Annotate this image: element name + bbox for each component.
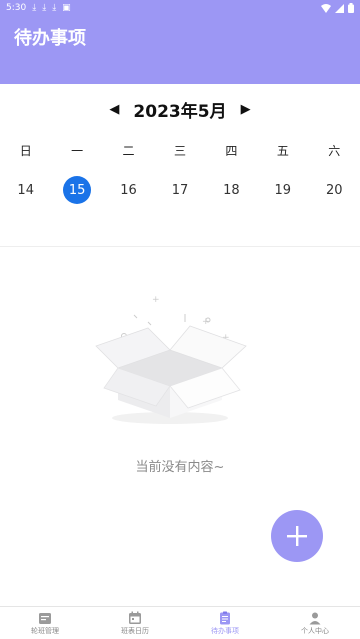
weekday-label: 五 bbox=[276, 144, 289, 158]
tab-label: 班表日历 bbox=[121, 626, 149, 635]
day-number: 14 bbox=[17, 182, 34, 198]
svg-text:+: + bbox=[152, 295, 160, 305]
status-right bbox=[321, 3, 354, 13]
day-cell[interactable]: 14 bbox=[0, 174, 51, 206]
wifi-icon bbox=[321, 3, 331, 13]
shift-icon bbox=[39, 612, 51, 624]
day-number: 16 bbox=[120, 182, 137, 198]
person-icon bbox=[309, 612, 321, 624]
day-cell[interactable]: 20 bbox=[309, 174, 360, 206]
download-icon: ⤓ bbox=[32, 2, 37, 13]
weekday-label: 六 bbox=[328, 144, 341, 158]
status-left: 5:30 ⤓ ⤓ ⤓ ▣ bbox=[6, 3, 71, 13]
status-time: 5:30 bbox=[6, 3, 27, 13]
notification-icon: ▣ bbox=[62, 2, 71, 13]
day-cell[interactable]: 19 bbox=[257, 174, 308, 206]
day-cell-selected[interactable]: 15 bbox=[51, 174, 102, 206]
signal-icon bbox=[335, 3, 344, 13]
calendar-icon bbox=[129, 611, 141, 624]
tab-shift-management[interactable]: 轮班管理 bbox=[0, 607, 90, 639]
weekday-header: 日 一 二 三 四 五 六 bbox=[0, 142, 360, 162]
day-number: 20 bbox=[325, 182, 343, 198]
tab-label: 待办事项 bbox=[211, 626, 239, 635]
weekday-label: 日 bbox=[19, 144, 32, 158]
empty-box-icon: + + + bbox=[95, 295, 247, 424]
day-cell[interactable]: 16 bbox=[103, 174, 154, 206]
day-number: 18 bbox=[223, 182, 240, 198]
day-number: 19 bbox=[274, 182, 292, 198]
weekday-label: 一 bbox=[71, 144, 84, 158]
day-number: 17 bbox=[171, 182, 189, 198]
tab-todo[interactable]: 待办事项 bbox=[180, 607, 270, 639]
tab-label: 个人中心 bbox=[301, 626, 329, 635]
bottom-tab-bar: 轮班管理 班表日历 待办事项 个人中心 bbox=[0, 606, 360, 639]
prev-month-button[interactable]: ◀ bbox=[109, 103, 119, 116]
download-icon: ⤓ bbox=[42, 2, 47, 13]
page-title: 待办事项 bbox=[14, 28, 86, 49]
weekday-label: 二 bbox=[122, 144, 135, 158]
empty-state-text: 当前没有内容~ bbox=[135, 460, 225, 475]
day-number: 15 bbox=[63, 176, 92, 204]
weekday-label: 四 bbox=[225, 144, 238, 158]
weekday-label: 三 bbox=[173, 144, 186, 158]
status-bar: 5:30 ⤓ ⤓ ⤓ ▣ bbox=[0, 0, 360, 16]
month-navigator: ◀ 2023年5月 ▶ bbox=[0, 96, 360, 122]
battery-icon bbox=[348, 3, 354, 13]
add-todo-button[interactable] bbox=[271, 510, 323, 562]
tab-profile[interactable]: 个人中心 bbox=[270, 607, 360, 639]
plus-icon bbox=[287, 526, 307, 546]
day-cell[interactable]: 17 bbox=[154, 174, 205, 206]
clipboard-icon bbox=[220, 611, 230, 624]
tab-shift-calendar[interactable]: 班表日历 bbox=[90, 607, 180, 639]
download-icon: ⤓ bbox=[52, 2, 57, 13]
week-days-row: 14 15 16 17 18 19 20 bbox=[0, 174, 360, 206]
next-month-button[interactable]: ▶ bbox=[241, 103, 251, 116]
month-label: 2023年5月 bbox=[133, 101, 227, 122]
divider bbox=[0, 246, 360, 247]
app-header: 5:30 ⤓ ⤓ ⤓ ▣ 待办事项 bbox=[0, 0, 360, 84]
tab-label: 轮班管理 bbox=[31, 626, 59, 635]
day-cell[interactable]: 18 bbox=[206, 174, 257, 206]
